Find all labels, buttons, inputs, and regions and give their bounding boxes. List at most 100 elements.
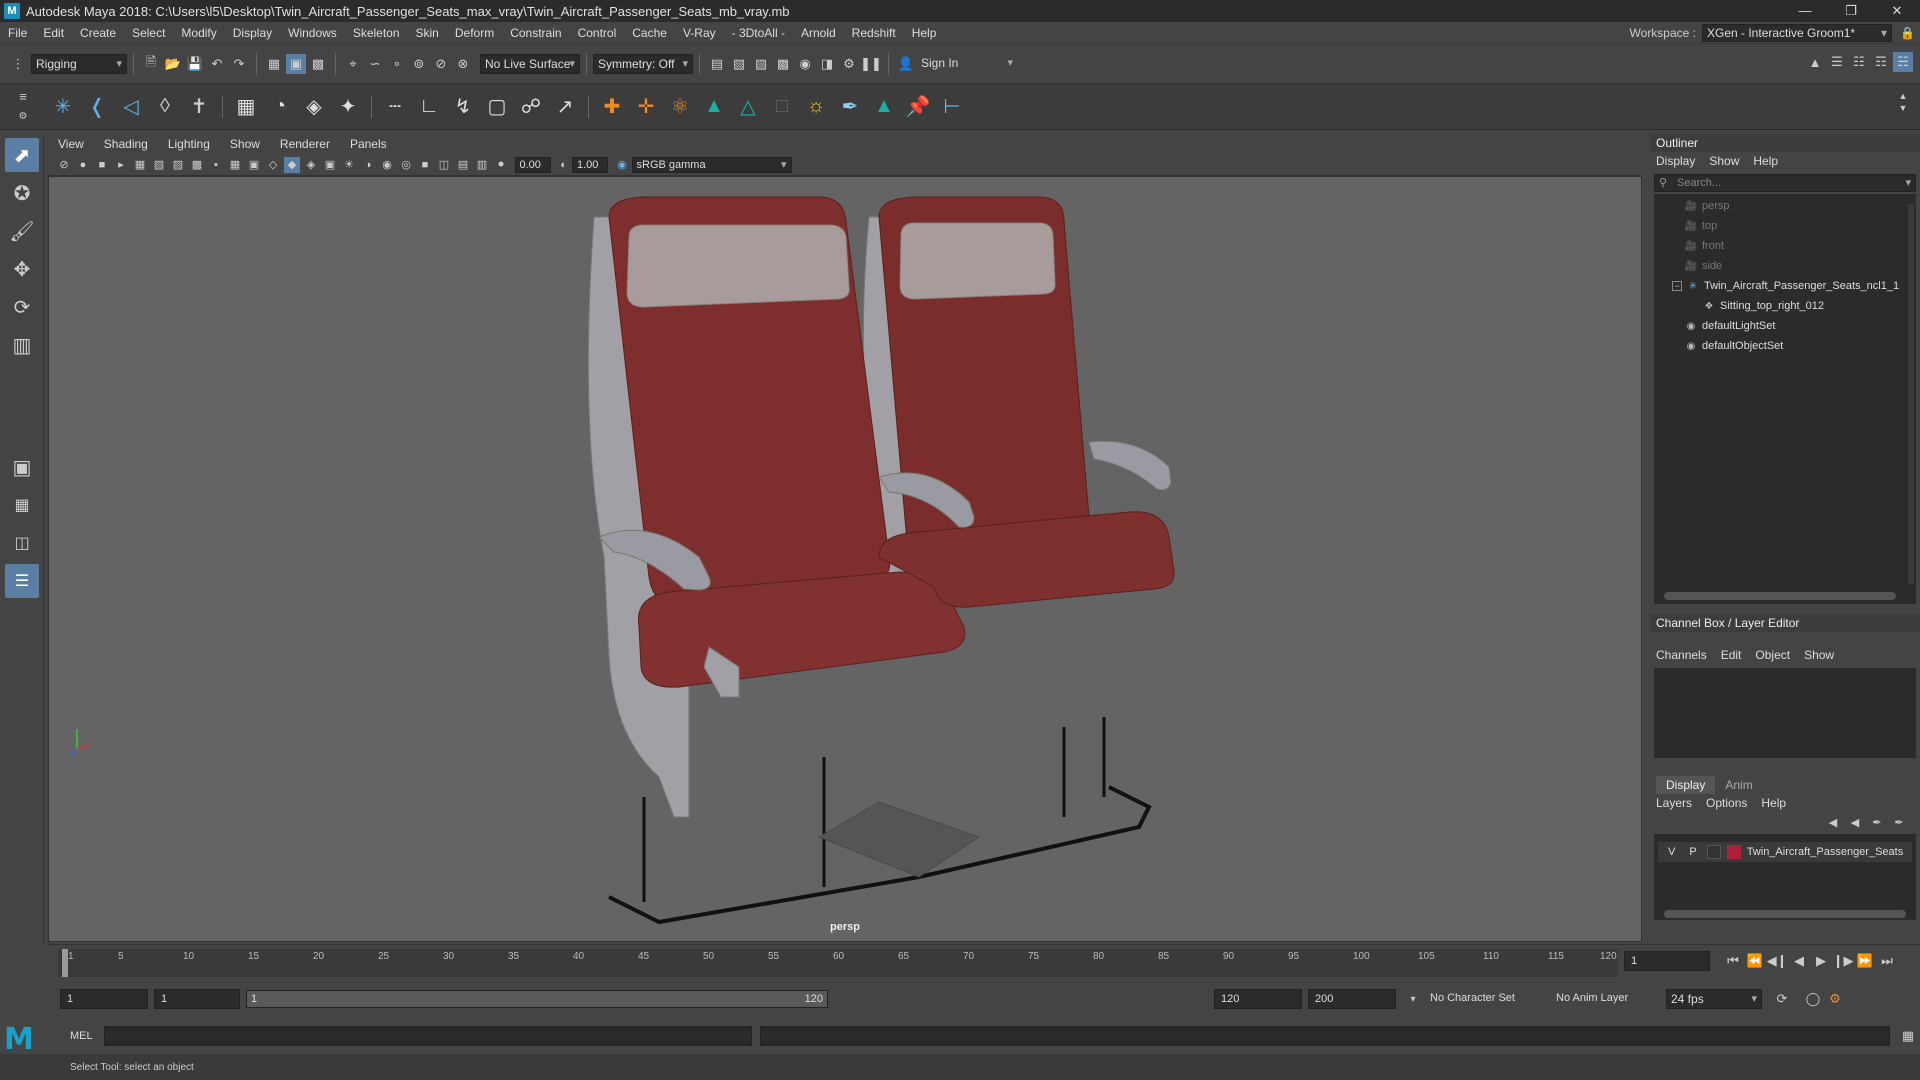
vray-render-icon[interactable]: ◨ (817, 54, 837, 74)
layer-visibility-toggle[interactable]: V (1668, 846, 1675, 858)
layer-name[interactable]: Twin_Aircraft_Passenger_Seats (1747, 846, 1904, 858)
camera-attributes-icon[interactable]: ● (75, 157, 91, 173)
outliner-item[interactable]: ◉ defaultObjectSet (1684, 336, 1784, 356)
select-component-icon[interactable]: ▩ (308, 54, 328, 74)
exposure-icon[interactable]: ⚫ (493, 157, 509, 173)
layer-playback-toggle[interactable]: P (1689, 846, 1696, 858)
shelf-locator-icon[interactable]: ✚ (597, 92, 627, 122)
ipr-render-icon[interactable]: ▨ (751, 54, 771, 74)
redo-icon[interactable]: ↷ (229, 54, 249, 74)
user-icon[interactable]: 👤 (896, 54, 916, 74)
restore-icon[interactable]: ❐ (1828, 0, 1874, 22)
outliner-layout-icon[interactable]: ☰ (5, 564, 39, 598)
shelf-parent-constraint-icon[interactable]: ┄ (380, 92, 410, 122)
outliner-item[interactable]: 🎥 top (1684, 216, 1718, 236)
lock-icon[interactable]: 🔒 (1900, 26, 1915, 40)
heads-up-icon[interactable]: ▣ (246, 157, 262, 173)
viewport-menu-view[interactable]: View (48, 137, 94, 151)
gamma-icon[interactable]: ◖ (555, 157, 571, 173)
menu-control[interactable]: Control (570, 22, 625, 44)
layer-editor-icon[interactable]: ☵ (1893, 52, 1913, 72)
channels-show-menu[interactable]: Show (1804, 648, 1848, 662)
single-perspective-layout-icon[interactable]: ▣ (5, 450, 39, 484)
new-scene-icon[interactable]: 🗎 (141, 54, 161, 74)
playback-end-field[interactable]: 120 (1214, 989, 1302, 1009)
layers-menu[interactable]: Layers (1656, 796, 1706, 810)
tool-settings-icon[interactable]: ☷ (1849, 52, 1869, 72)
move-layer-up-icon[interactable]: ◀ (1823, 812, 1843, 832)
viewport-menu-panels[interactable]: Panels (340, 137, 397, 151)
persp-outliner-layout-icon[interactable]: ◫ (5, 526, 39, 560)
go-to-end-icon[interactable]: ⏭ (1877, 951, 1897, 971)
wireframe-icon[interactable]: ◇ (265, 157, 281, 173)
snap-live-icon[interactable]: ⊗ (453, 54, 473, 74)
shelf-paint-icon[interactable]: ✒ (835, 92, 865, 122)
close-icon[interactable]: ✕ (1874, 0, 1920, 22)
channel-box-area[interactable] (1654, 668, 1916, 758)
move-layer-down-icon[interactable]: ◀ (1845, 812, 1865, 832)
shelf-bind-skin-icon[interactable]: ▦ (231, 92, 261, 122)
shelf-cluster-icon[interactable]: ✦ (333, 92, 363, 122)
outliner-menu-show[interactable]: Show (1709, 154, 1753, 168)
snap-view-icon[interactable]: ⊘ (431, 54, 451, 74)
menu-edit[interactable]: Edit (35, 22, 72, 44)
vray-settings-icon[interactable]: ⚙ (839, 54, 859, 74)
scale-tool-icon[interactable]: ▥ (5, 328, 39, 362)
new-layer-selected-icon[interactable]: ✒ (1889, 812, 1909, 832)
render-view-icon[interactable]: ▧ (729, 54, 749, 74)
undo-icon[interactable]: ↶ (207, 54, 227, 74)
shelf-aim-constraint-icon[interactable]: ☍ (516, 92, 546, 122)
playback-start-field[interactable]: 1 (154, 989, 240, 1009)
time-ruler[interactable]: 1 5 10 15 20 25 30 35 40 45 50 55 60 65 … (58, 949, 1618, 977)
script-editor-icon[interactable]: ▦ (1898, 1026, 1918, 1046)
attribute-editor-icon[interactable]: ☰ (1827, 52, 1847, 72)
symmetry-dropdown[interactable]: Symmetry: Off (593, 53, 693, 74)
outliner-search-input[interactable]: ⚲ Search... ▾ (1654, 174, 1916, 192)
layer-type-toggle[interactable] (1706, 845, 1721, 859)
wireframe-on-shaded-icon[interactable]: ◈ (303, 157, 319, 173)
menu-file[interactable]: File (0, 22, 35, 44)
menu-skin[interactable]: Skin (408, 22, 447, 44)
textured-icon[interactable]: ▣ (322, 157, 338, 173)
shelf-locator-joint-icon[interactable]: ✛ (631, 92, 661, 122)
xray-joints-icon[interactable]: ▥ (474, 157, 490, 173)
play-backwards-icon[interactable]: ◀ (1789, 951, 1809, 971)
shelf-muscle-edit-icon[interactable]: △ (733, 92, 763, 122)
shelf-muscle-icon[interactable]: ▲ (699, 92, 729, 122)
color-space-dropdown[interactable]: sRGB gamma (631, 156, 792, 173)
outliner-item[interactable]: 🎥 side (1684, 256, 1722, 276)
menu-select[interactable]: Select (124, 22, 173, 44)
anim-layer-dropdown[interactable]: No Anim Layer (1550, 989, 1650, 1009)
mel-input[interactable] (104, 1026, 752, 1046)
menu-constrain[interactable]: Constrain (502, 22, 569, 44)
shelf-point-constraint-icon[interactable]: ∟ (414, 92, 444, 122)
perspective-viewport[interactable]: persp (48, 176, 1642, 942)
grip-icon[interactable]: ⋮ (8, 54, 28, 74)
shelf-menu-icon[interactable]: ≡ (13, 87, 33, 107)
menu-arnold[interactable]: Arnold (793, 22, 844, 44)
render-frame-icon[interactable]: ▤ (707, 54, 727, 74)
menu-help[interactable]: Help (904, 22, 945, 44)
use-all-lights-icon[interactable]: ☀ (341, 157, 357, 173)
grid-toggle-icon[interactable]: ▦ (227, 157, 243, 173)
save-scene-icon[interactable]: 💾 (185, 54, 205, 74)
open-scene-icon[interactable]: 📂 (163, 54, 183, 74)
lasso-tool-icon[interactable]: ✪ (5, 176, 39, 210)
shelf-ik-spline-icon[interactable]: ◁ (116, 92, 146, 122)
sign-in-dropdown[interactable]: Sign In (917, 53, 1017, 74)
workspace-dropdown[interactable]: XGen - Interactive Groom1* (1702, 24, 1892, 42)
go-to-start-icon[interactable]: ⏮ (1723, 951, 1743, 971)
shelf-pole-vector-icon[interactable]: ↗ (550, 92, 580, 122)
render-settings-icon[interactable]: ▩ (773, 54, 793, 74)
shelf-teal-tool-icon[interactable]: ▲ (869, 92, 899, 122)
outliner-item[interactable]: − ✳ Twin_Aircraft_Passenger_Seats_ncl1_1 (1672, 276, 1899, 296)
shelf-paint-weights-icon[interactable]: ◔ (265, 92, 295, 122)
field-chart-icon[interactable]: ▩ (189, 157, 205, 173)
outliner-item[interactable]: 🎥 persp (1684, 196, 1730, 216)
shelf-pivot-icon[interactable]: ⊢ (937, 92, 967, 122)
ambient-occlusion-icon[interactable]: ◉ (379, 157, 395, 173)
shelf-blendshape-icon[interactable]: ☼ (801, 92, 831, 122)
animation-start-field[interactable]: 1 (60, 989, 148, 1009)
outliner-item[interactable]: ❖ Sitting_top_right_012 (1702, 296, 1824, 316)
play-forwards-icon[interactable]: ▶ (1811, 951, 1831, 971)
